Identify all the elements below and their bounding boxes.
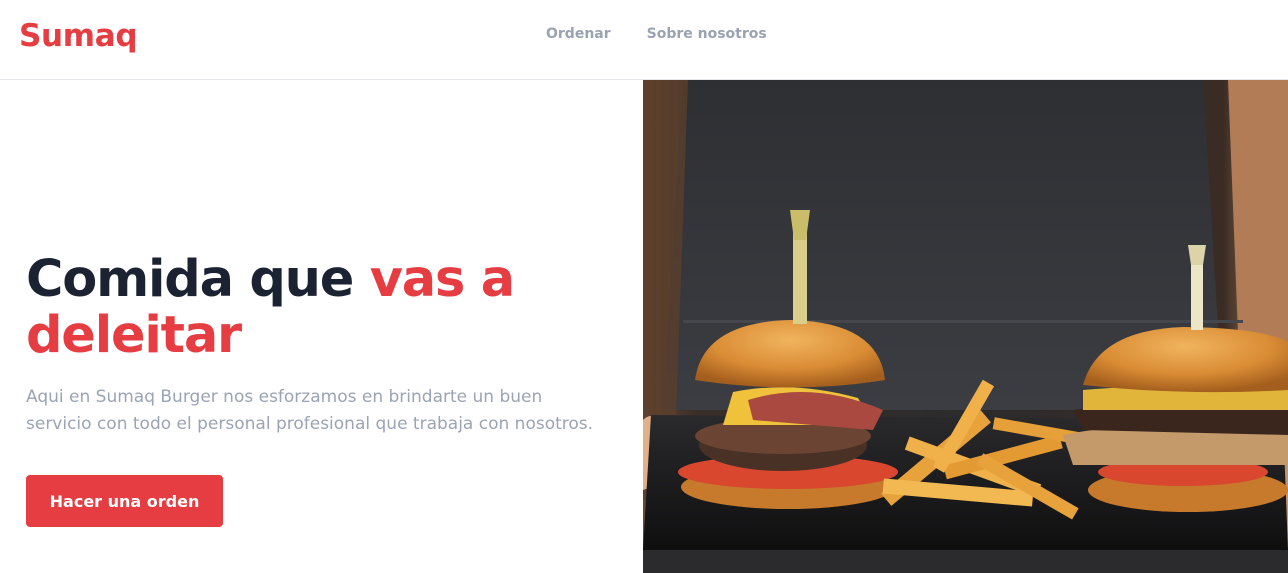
hero-title-accent-2: deleitar: [26, 306, 242, 365]
order-button[interactable]: Hacer una orden: [26, 475, 223, 527]
hero-content: Comida que vas a deleitar Aqui en Sumaq B…: [26, 252, 626, 438]
nav-link-sobre-nosotros[interactable]: Sobre nosotros: [647, 25, 767, 43]
hero-title-part1: Comida que: [26, 250, 370, 309]
nav-link-ordenar[interactable]: Ordenar: [546, 25, 611, 43]
hero-description: Aqui en Sumaq Burger nos esforzamos en b…: [26, 387, 594, 434]
hero-title: Comida que vas a deleitar: [26, 252, 626, 364]
main-nav: Ordenar Sobre nosotros: [546, 25, 767, 43]
navbar: Sumaq Ordenar Sobre nosotros: [0, 0, 1288, 80]
hero-title-accent-1: vas a: [369, 250, 515, 309]
brand-logo[interactable]: Sumaq: [19, 18, 138, 54]
hero-image: [643, 80, 1288, 573]
burger-tray-illustration: [643, 80, 1288, 573]
